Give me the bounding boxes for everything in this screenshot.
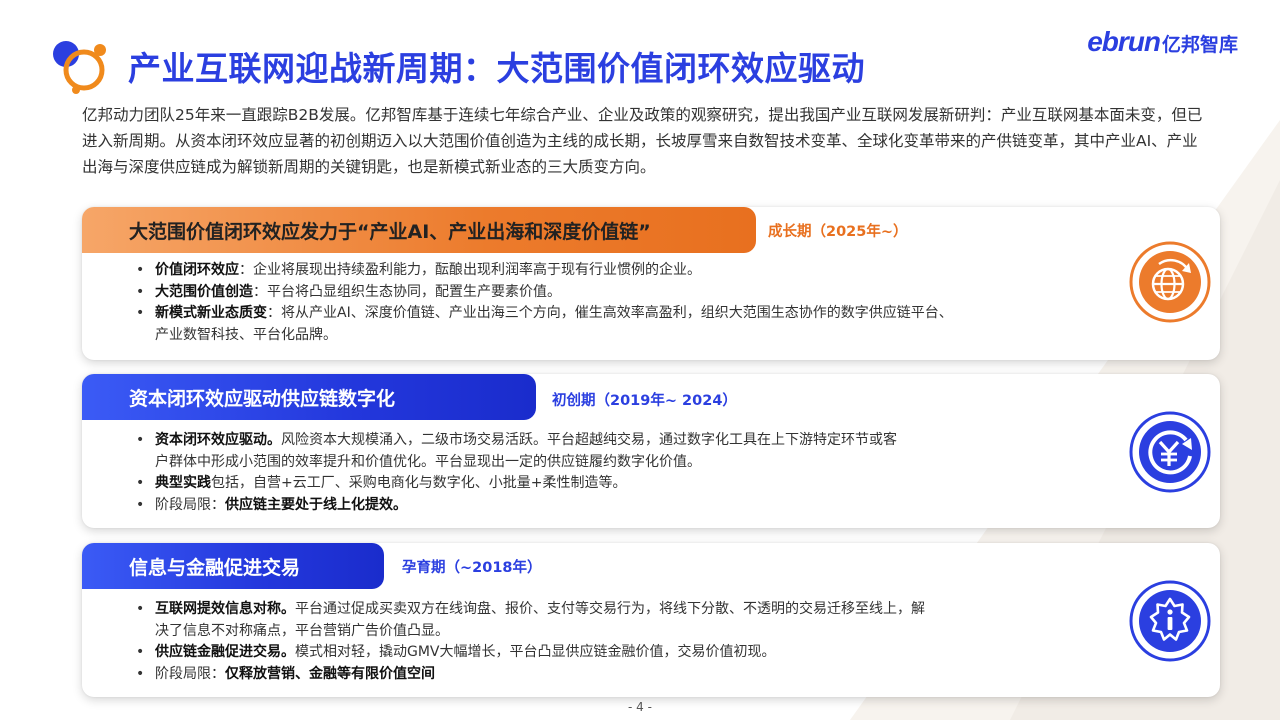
list-item: 大范围价值创造：平台将凸显组织生态协同，配置生产要素价值。 bbox=[134, 282, 953, 304]
list-item: 新模式新业态质变：将从产业AI、深度价值链、产业出海三个方向，催生高效率高盈利，… bbox=[134, 303, 953, 346]
bullet-list: 互联网提效信息对称。平台通过促成买卖双方在线询盘、报价、支付等交易行为，将线下分… bbox=[134, 599, 925, 685]
page-title: 产业互联网迎战新周期：大范围价值闭环效应驱动 bbox=[128, 49, 865, 88]
brand-name-cn: 亿邦智库 bbox=[1161, 34, 1238, 56]
page-number: - 4 - bbox=[628, 700, 652, 714]
card-growth-stage: 大范围价值闭环效应发力于“产业AI、产业出海和深度价值链” 成长期（2025年~… bbox=[82, 207, 1220, 360]
card-title: 大范围价值闭环效应发力于“产业AI、产业出海和深度价值链” bbox=[82, 207, 756, 253]
card-title: 资本闭环效应驱动供应链数字化 bbox=[82, 374, 536, 420]
brand-name-en: ebrun bbox=[1087, 26, 1161, 57]
card-startup-stage: 资本闭环效应驱动供应链数字化 初创期（2019年~ 2024） 资本闭环效应驱动… bbox=[82, 374, 1220, 528]
card-period: 孕育期（~2018年） bbox=[402, 560, 542, 576]
bullet-list: 资本闭环效应驱动。风险资本大规模涌入，二级市场交易活跃。平台超越纯交易，通过数字… bbox=[134, 430, 897, 516]
list-item: 供应链金融促进交易。模式相对轻，撬动GMV大幅增长，平台凸显供应链金融价值，交易… bbox=[134, 642, 925, 664]
bullet-list: 价值闭环效应：企业将展现出持续盈利能力，酝酿出现利润率高于现有行业惯例的企业。 … bbox=[134, 260, 953, 346]
list-item: 互联网提效信息对称。平台通过促成买卖双方在线询盘、报价、支付等交易行为，将线下分… bbox=[134, 599, 925, 642]
list-item: 阶段局限：仅释放营销、金融等有限价值空间 bbox=[134, 664, 925, 686]
card-title: 信息与金融促进交易 bbox=[82, 543, 384, 589]
brand-logo: ebrun 亿邦智库 bbox=[1087, 26, 1238, 58]
logo-mark-icon bbox=[53, 41, 106, 94]
yen-cycle-icon bbox=[1129, 411, 1211, 493]
list-item: 阶段局限：供应链主要处于线上化提效。 bbox=[134, 495, 897, 517]
card-period: 成长期（2025年~） bbox=[768, 224, 908, 240]
list-item: 资本闭环效应驱动。风险资本大规模涌入，二级市场交易活跃。平台超越纯交易，通过数字… bbox=[134, 430, 897, 473]
card-period: 初创期（2019年~ 2024） bbox=[552, 393, 737, 409]
info-badge-icon bbox=[1129, 580, 1211, 662]
intro-paragraph: 亿邦动力团队25年来一直跟踪B2B发展。亿邦智库基于连续七年综合产业、企业及政策… bbox=[82, 106, 1203, 176]
list-item: 价值闭环效应：企业将展现出持续盈利能力，酝酿出现利润率高于现有行业惯例的企业。 bbox=[134, 260, 953, 282]
card-incubation-stage: 信息与金融促进交易 孕育期（~2018年） 互联网提效信息对称。平台通过促成买卖… bbox=[82, 543, 1220, 697]
list-item: 典型实践包括，自营+云工厂、采购电商化与数字化、小批量+柔性制造等。 bbox=[134, 473, 897, 495]
globe-refresh-icon bbox=[1129, 241, 1211, 323]
